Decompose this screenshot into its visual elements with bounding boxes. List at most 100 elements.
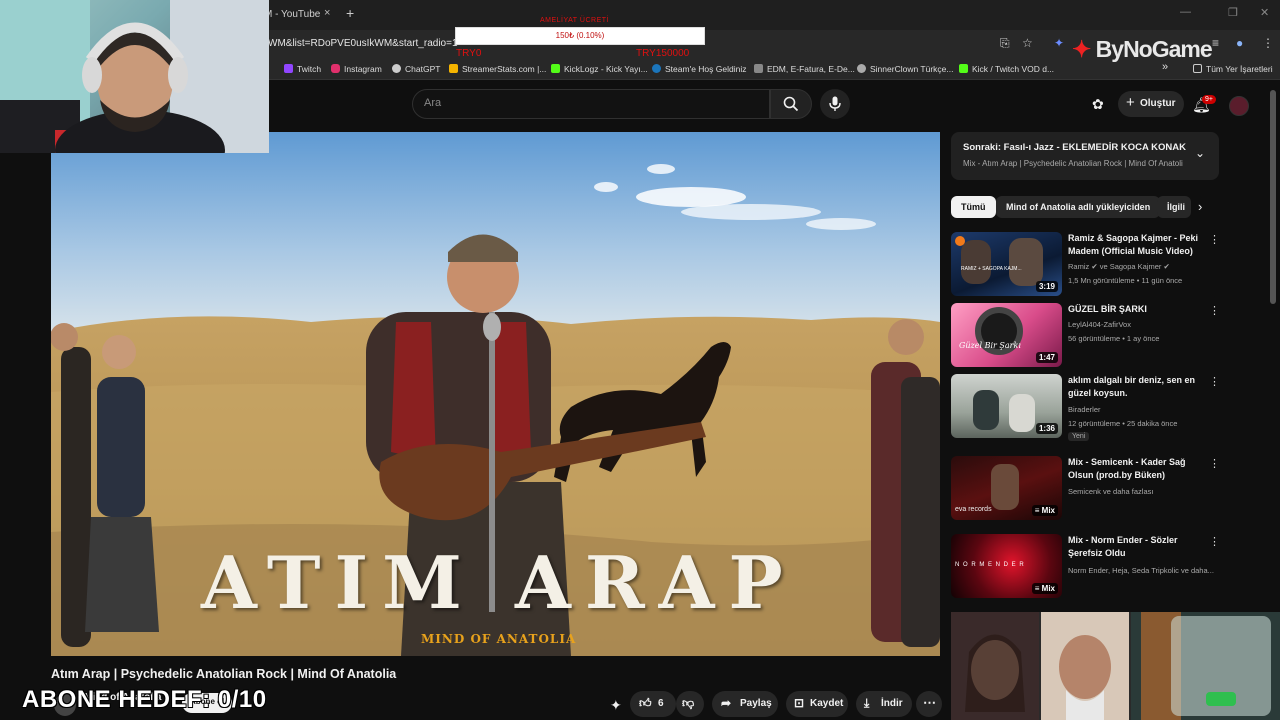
- chevron-right-icon[interactable]: ›: [1198, 199, 1202, 214]
- create-button[interactable]: + Oluştur: [1118, 91, 1184, 117]
- donation-title: AMELİYAT ÜCRETİ: [540, 17, 609, 24]
- bookmark-kicklogz[interactable]: KickLogz - Kick Yayı...: [551, 64, 648, 74]
- video-thumbnail[interactable]: Güzel Bir Şarkı 1:47: [951, 303, 1062, 367]
- browser-tab-youtube[interactable]: M - YouTube: [264, 3, 344, 27]
- more-options-icon[interactable]: ⋮: [1209, 535, 1220, 548]
- more-options-icon[interactable]: ⋮: [1209, 304, 1220, 317]
- dislike-button[interactable]: 👎︎: [676, 691, 704, 717]
- window-close-icon[interactable]: ✕: [1260, 6, 1269, 19]
- sparkle-icon[interactable]: ✦: [610, 697, 622, 714]
- thumbnail-caption: RAMIZ + SAGOPA KAJM...: [961, 266, 1022, 272]
- bookmark-chatgpt[interactable]: ChatGPT: [392, 64, 440, 74]
- chip-all[interactable]: Tümü: [951, 196, 996, 218]
- save-button[interactable]: ⊡ Kaydet: [786, 691, 848, 717]
- video-thumbnail[interactable]: N O R M E N D E R ≡ Mix: [951, 534, 1062, 598]
- voice-search-button[interactable]: [820, 89, 850, 119]
- search-button[interactable]: [770, 89, 812, 119]
- video-title: Atım Arap | Psychedelic Anatolian Rock |…: [51, 667, 397, 681]
- recommendation-title[interactable]: Mix - Norm Ender - Sözler Şerefsiz Oldu: [1068, 534, 1208, 560]
- playlist-icon: ≡: [1034, 584, 1042, 593]
- video-overlay-brand: MIND OF ANATOLIA: [421, 632, 577, 646]
- account-avatar[interactable]: [1229, 96, 1249, 116]
- video-thumbnail[interactable]: 1:36: [951, 374, 1062, 438]
- mix-playlist-panel[interactable]: [951, 132, 1219, 180]
- recommendation-channel[interactable]: Semicenk ve daha fazlası: [1068, 487, 1153, 496]
- recommendation-meta: 12 görüntüleme • 25 dakika önce: [1068, 419, 1178, 428]
- recommendation-channel[interactable]: Biraderler: [1068, 405, 1101, 414]
- share-button[interactable]: ➦ Paylaş: [712, 691, 778, 717]
- recommendation-title[interactable]: aklım dalgalı bir deniz, sen en güzel ko…: [1068, 374, 1208, 400]
- search-input[interactable]: [412, 89, 770, 119]
- video-thumbnail[interactable]: RAMIZ + SAGOPA KAJM... 3:19: [951, 232, 1062, 296]
- bookmark-streamerstats[interactable]: StreamerStats.com |...: [449, 64, 546, 74]
- download-button[interactable]: ⤓ İndir: [856, 691, 912, 717]
- bookmark-sinnerclown[interactable]: SinnerClown Türkçe...: [857, 64, 953, 74]
- twitch-icon: [284, 64, 293, 73]
- stats-icon: [449, 64, 458, 73]
- browser-menu-icon[interactable]: ⋮: [1262, 36, 1274, 50]
- minimize-icon[interactable]: —: [1180, 6, 1191, 18]
- media-control-icon[interactable]: ≡: [1212, 36, 1219, 50]
- premium-gem-icon[interactable]: ✿: [1092, 96, 1104, 113]
- bookmark-steam[interactable]: Steam'e Hoş Geldiniz: [652, 64, 746, 74]
- chevron-down-icon[interactable]: ⌄: [1195, 146, 1205, 160]
- url-field[interactable]: WM&list=RDoPVE0usIkWM&start_radio=1: [268, 38, 458, 49]
- next-up-label: Sonraki: Fasıl-ı Jazz - EKLEMEDİR KOCA K…: [963, 142, 1186, 153]
- channel-logo-icon: [955, 236, 965, 246]
- duration-badge: ≡ Mix: [1031, 505, 1058, 516]
- tab-close-icon[interactable]: ×: [324, 7, 330, 19]
- more-actions-button[interactable]: ⋯: [916, 691, 942, 717]
- recommendation-item[interactable]: eva records ≡ Mix Mix - Semicenk - Kader…: [951, 456, 1221, 526]
- streamer-webcam: [0, 0, 269, 153]
- like-button[interactable]: 👍︎ 6: [630, 691, 676, 717]
- bookmark-edm[interactable]: EDM, E-Fatura, E-De...: [754, 64, 855, 74]
- chatgpt-icon: [392, 64, 401, 73]
- video-overlay-title: ATIM ARAP: [201, 540, 797, 625]
- duration-badge: 1:47: [1035, 352, 1058, 363]
- duration-badge: ≡ Mix: [1031, 583, 1058, 594]
- recommendation-title[interactable]: Ramiz & Sagopa Kajmer - Peki Madem (Offi…: [1068, 232, 1208, 258]
- thumbnail-caption: eva records: [955, 506, 992, 513]
- folder-icon: [754, 64, 763, 73]
- thumbnail-caption: Güzel Bir Şarkı: [959, 341, 1021, 350]
- bookmark-instagram[interactable]: Instagram: [331, 64, 382, 74]
- recommendation-item[interactable]: RAMIZ + SAGOPA KAJM... 3:19 Ramiz & Sago…: [951, 232, 1221, 302]
- recommendation-meta: 1,5 Mn görüntüleme • 11 gün önce: [1068, 276, 1183, 285]
- bookmark-vod[interactable]: Kick / Twitch VOD d...: [959, 64, 1054, 74]
- extension-icon[interactable]: ✦: [1054, 36, 1064, 50]
- notification-count-badge: 9+: [1202, 95, 1216, 104]
- recommendation-item[interactable]: N O R M E N D E R ≡ Mix Mix - Norm Ender…: [951, 534, 1221, 604]
- subscriber-goal-overlay: ABONE HEDEF: 0/10: [22, 686, 267, 713]
- donation-max-label: TRY150000: [636, 48, 690, 59]
- chip-related[interactable]: İlgili: [1157, 196, 1191, 218]
- bookmark-star-icon[interactable]: ☆: [1022, 36, 1033, 50]
- page-scrollbar[interactable]: [1270, 90, 1276, 304]
- donation-min-label: TRY0: [456, 48, 482, 59]
- all-bookmarks[interactable]: Tüm Yer İşaretleri: [1193, 64, 1273, 74]
- chip-from-uploader[interactable]: Mind of Anatolia adlı yükleyiciden: [996, 196, 1161, 218]
- bookmark-twitch[interactable]: Twitch: [284, 64, 321, 74]
- kicklogz-icon: [551, 64, 560, 73]
- recommendation-title[interactable]: GÜZEL BİR ŞARKI: [1068, 303, 1208, 316]
- recommendation-item[interactable]: 1:36 aklım dalgalı bir deniz, sen en güz…: [951, 374, 1221, 444]
- steam-icon: [652, 64, 661, 73]
- video-thumbnail[interactable]: eva records ≡ Mix: [951, 456, 1062, 520]
- guest-cameras: [951, 612, 1280, 720]
- profile-icon[interactable]: ●: [1236, 36, 1243, 50]
- instagram-icon: [331, 64, 340, 73]
- recommendation-channel[interactable]: Norm Ender, Heja, Seda Tripkolic ve daha…: [1068, 566, 1214, 575]
- thumbs-down-icon: 👎︎: [682, 696, 695, 710]
- recommendation-channel[interactable]: LeylAl404-ZafirVox: [1068, 320, 1131, 329]
- maximize-icon[interactable]: ❐: [1228, 6, 1238, 19]
- more-options-icon[interactable]: ⋮: [1209, 375, 1220, 388]
- more-options-icon[interactable]: ⋮: [1209, 457, 1220, 470]
- video-player[interactable]: ATIM ARAP MIND OF ANATOLIA: [51, 132, 940, 656]
- recommendation-title[interactable]: Mix - Semicenk - Kader Sağ Olsun (prod.b…: [1068, 456, 1208, 482]
- install-app-icon[interactable]: ⎘: [1000, 36, 1010, 51]
- donation-progress-text: 150₺ (0.10%): [555, 31, 605, 40]
- new-tab-button[interactable]: +: [346, 5, 354, 21]
- recommendation-channel[interactable]: Ramiz ✔ ve Sagopa Kajmer ✔: [1068, 262, 1170, 271]
- share-icon: ➦: [721, 696, 732, 710]
- recommendation-item[interactable]: Güzel Bir Şarkı 1:47 GÜZEL BİR ŞARKI Ley…: [951, 303, 1221, 373]
- more-options-icon[interactable]: ⋮: [1209, 233, 1220, 246]
